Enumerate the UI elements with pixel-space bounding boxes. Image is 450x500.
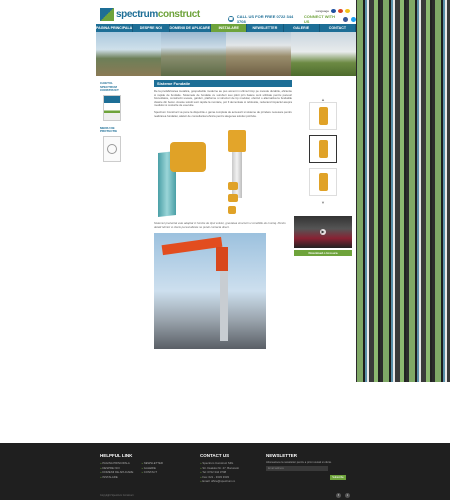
footer-contact-title: CONTACT US: [200, 453, 230, 458]
contact-line: Spectrum Construct SRL: [200, 461, 239, 466]
product-icon: [318, 107, 328, 125]
main-nav: PAGINA PRINCIPALA DESPRE NOI DOMENII DE …: [96, 24, 356, 32]
certificate-thumb[interactable]: [103, 135, 121, 162]
newsletter-text: Aboneaza-te la newsletter pentru a primi…: [266, 461, 332, 464]
brochure-cover[interactable]: [103, 94, 121, 121]
main-content: Sisteme Fundatie De la prefabricarea met…: [154, 80, 292, 350]
footer-link[interactable]: DOMENII DE APLICARE: [100, 470, 133, 475]
crane-head: [216, 247, 228, 272]
gallery-thumb[interactable]: [309, 168, 337, 196]
nav-applications[interactable]: DOMENII DE APLICARE: [170, 24, 212, 32]
footer-newsletter: NEWSLETTER Aboneaza-te la newsletter pen…: [266, 453, 350, 480]
flag-de-icon[interactable]: [345, 9, 350, 13]
crane-boom: [161, 237, 223, 256]
twitter-icon[interactable]: [351, 16, 357, 22]
second-paragraph: Spectrum Construct va pune la dispozitie…: [154, 109, 292, 118]
hero-image: [161, 32, 226, 76]
page-container: spectrumconstruct Language ☎ CALL US FOR…: [96, 0, 357, 440]
footer-link[interactable]: INSTALARE: [100, 475, 133, 480]
language-label: Language: [315, 9, 329, 13]
part-drawing: [228, 182, 238, 191]
video-player[interactable]: ▶: [294, 216, 352, 248]
part-drawing: [228, 194, 238, 203]
facebook-icon[interactable]: f: [336, 493, 341, 498]
hero-image: [226, 32, 291, 76]
logo-mark-icon: [100, 7, 114, 21]
part-drawing: [228, 206, 236, 215]
logo-brand2: construct: [157, 8, 200, 20]
footer-links-title: HELPFUL LINK: [100, 453, 133, 458]
top-bar: spectrumconstruct Language ☎ CALL US FOR…: [96, 0, 357, 24]
hero-image: [291, 32, 356, 76]
gallery-thumb[interactable]: [309, 102, 337, 130]
subscribe-button[interactable]: Subscribe: [330, 475, 346, 480]
hero-banner: [96, 32, 356, 76]
footer-link[interactable]: PAGINA PRINCIPALA: [100, 461, 133, 466]
nav-installation[interactable]: INSTALARE: [211, 24, 248, 32]
play-icon[interactable]: ▶: [320, 229, 326, 235]
connect-label: CONNECT WITH US: [303, 14, 335, 24]
footer-link[interactable]: NEWSLETTER: [141, 461, 163, 466]
logo-brand: spectrum: [116, 8, 158, 20]
contact-line[interactable]: Email: office@spectrum.ro: [200, 479, 239, 484]
newsletter-email-input[interactable]: Email address: [266, 466, 328, 472]
page-title: Sisteme Fundatie: [154, 80, 292, 87]
nav-gallery[interactable]: GALERIE: [284, 24, 320, 32]
footer-link[interactable]: CONTACT: [141, 470, 162, 475]
product-icon: [318, 173, 328, 191]
clamp-drawing: [170, 142, 206, 173]
language-switcher: Language: [316, 9, 350, 13]
chevron-down-icon[interactable]: ▼: [294, 201, 352, 205]
nav-contact[interactable]: CONTACT: [320, 24, 356, 32]
chevron-up-icon[interactable]: ▲: [294, 98, 352, 102]
twitter-icon[interactable]: t: [345, 493, 350, 498]
clamp-detail: [228, 130, 246, 153]
nav-home[interactable]: PAGINA PRINCIPALA: [96, 24, 134, 32]
sidebar-title-1: CAIETUL SPECTRUM CONSTRUCT: [100, 81, 119, 92]
footer-links: HELPFUL LINK PAGINA PRINCIPALA DESPRE NO…: [100, 453, 163, 479]
facebook-icon[interactable]: [343, 16, 349, 22]
left-sidebar: CAIETUL SPECTRUM CONSTRUCT MEDIU DE PROT…: [100, 81, 128, 162]
installation-photo[interactable]: [154, 233, 266, 350]
product-icon: [318, 140, 328, 158]
hero-image: [96, 32, 161, 76]
metal-post: [220, 271, 228, 342]
copyright: Copyright Spectrum Construct: [100, 494, 134, 497]
seal-icon: [107, 143, 117, 154]
nav-about[interactable]: DESPRE NOI: [133, 24, 170, 32]
gallery-thumb-selected[interactable]: [309, 135, 337, 163]
sidebar-title-2: MEDIU DE PROTECTIE: [100, 125, 118, 133]
flag-en-icon[interactable]: [331, 9, 336, 13]
call-label: CALL US FOR FREE 0722 344 3708: [236, 14, 294, 24]
footer-contact: CONTACT US Spectrum Construct SRL Str. D…: [200, 453, 239, 484]
flag-ro-icon[interactable]: [338, 9, 343, 13]
download-button[interactable]: Download o brosura: [294, 250, 352, 256]
phone-icon: ☎: [228, 16, 234, 22]
logo[interactable]: spectrumconstruct: [100, 7, 200, 21]
newsletter-title: NEWSLETTER: [266, 453, 297, 458]
footer: HELPFUL LINK PAGINA PRINCIPALA DESPRE NO…: [0, 443, 450, 500]
call-bar: ☎ CALL US FOR FREE 0722 344 3708 CONNECT…: [228, 14, 357, 24]
nav-newsletter[interactable]: NEWSLETTER: [247, 24, 284, 32]
intro-paragraph: De la prefabricarea metalica, gospodarii…: [154, 89, 292, 108]
technical-diagram: [154, 122, 292, 219]
thumbnail-gallery: ▲ ▼: [294, 98, 352, 205]
figure-caption: Sistemul prezentat este adaptat in funct…: [154, 221, 286, 229]
